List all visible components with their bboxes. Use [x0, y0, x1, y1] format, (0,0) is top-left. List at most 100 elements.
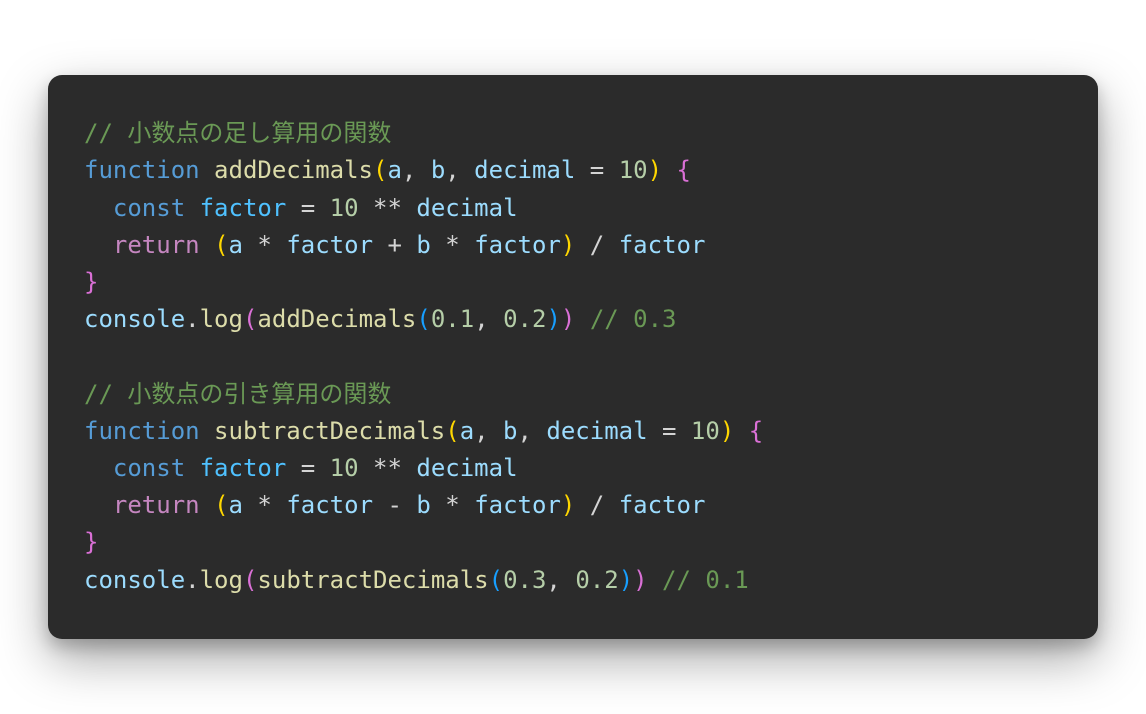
paren-close: ) — [720, 417, 734, 445]
code-line-6: console.log(addDecimals(0.1, 0.2)) // 0.… — [84, 301, 1062, 338]
multiply-op: * — [431, 231, 474, 259]
comma: , — [474, 417, 503, 445]
minus-op: - — [373, 491, 416, 519]
paren-open: ( — [243, 305, 257, 333]
multiply-op: * — [243, 491, 286, 519]
multiply-op: * — [431, 491, 474, 519]
paren-open: ( — [416, 305, 430, 333]
number-arg: 0.2 — [503, 305, 546, 333]
code-line-10: const factor = 10 ** decimal — [84, 450, 1062, 487]
number-arg: 0.1 — [431, 305, 474, 333]
power-op: ** — [359, 194, 417, 222]
dot: . — [185, 305, 199, 333]
paren-open: ( — [243, 566, 257, 594]
var-b: b — [416, 491, 430, 519]
equals: = — [575, 156, 618, 184]
paren-open: ( — [214, 491, 228, 519]
comma: , — [402, 156, 431, 184]
plus-op: + — [373, 231, 416, 259]
paren-close: ) — [546, 305, 560, 333]
comment: // 小数点の引き算用の関数 — [84, 380, 391, 408]
code-panel: // 小数点の足し算用の関数function addDecimals(a, b,… — [48, 75, 1098, 638]
code-line-13: console.log(subtractDecimals(0.3, 0.2)) … — [84, 562, 1062, 599]
space — [185, 454, 199, 482]
equals: = — [286, 454, 329, 482]
comment: // 小数点の足し算用の関数 — [84, 119, 391, 147]
space — [575, 305, 589, 333]
param-decimal: decimal — [546, 417, 647, 445]
multiply-op: * — [243, 231, 286, 259]
var-decimal: decimal — [416, 454, 517, 482]
fn-call: subtractDecimals — [257, 566, 488, 594]
code-block: // 小数点の足し算用の関数function addDecimals(a, b,… — [84, 115, 1062, 598]
paren-close: ) — [633, 566, 647, 594]
var-b: b — [416, 231, 430, 259]
number-arg: 0.2 — [575, 566, 618, 594]
space — [200, 231, 214, 259]
equals: = — [648, 417, 691, 445]
keyword-return: return — [113, 491, 200, 519]
paren-close: ) — [561, 231, 575, 259]
space — [200, 491, 214, 519]
var-factor: factor — [474, 491, 561, 519]
space — [185, 194, 199, 222]
paren-open: ( — [214, 231, 228, 259]
code-line-5: } — [84, 264, 1062, 301]
number-10: 10 — [619, 156, 648, 184]
brace-open: { — [734, 417, 763, 445]
var-factor: factor — [474, 231, 561, 259]
keyword-function: function — [84, 417, 200, 445]
paren-close: ) — [561, 491, 575, 519]
var-factor: factor — [286, 231, 373, 259]
paren-close: ) — [619, 566, 633, 594]
var-decimal: decimal — [416, 194, 517, 222]
equals: = — [286, 194, 329, 222]
code-line-4: return (a * factor + b * factor) / facto… — [84, 227, 1062, 264]
var-factor: factor — [619, 491, 706, 519]
param-b: b — [503, 417, 517, 445]
divide-op: / — [575, 491, 618, 519]
number-10: 10 — [330, 194, 359, 222]
space — [648, 566, 662, 594]
indent — [84, 454, 113, 482]
var-factor: factor — [200, 194, 287, 222]
param-a: a — [460, 417, 474, 445]
dot: . — [185, 566, 199, 594]
keyword-function: function — [84, 156, 200, 184]
code-line-2: function addDecimals(a, b, decimal = 10)… — [84, 152, 1062, 189]
var-factor: factor — [200, 454, 287, 482]
comment: // 0.3 — [590, 305, 677, 333]
param-b: b — [431, 156, 445, 184]
code-line-1: // 小数点の足し算用の関数 — [84, 115, 1062, 152]
brace-close: } — [84, 268, 98, 296]
paren-open: ( — [445, 417, 459, 445]
comma: , — [474, 305, 503, 333]
brace-open: { — [662, 156, 691, 184]
keyword-const: const — [113, 454, 185, 482]
code-line-11: return (a * factor - b * factor) / facto… — [84, 487, 1062, 524]
log-method: log — [200, 566, 243, 594]
paren-close: ) — [561, 305, 575, 333]
function-name: subtractDecimals — [214, 417, 445, 445]
code-line-3: const factor = 10 ** decimal — [84, 190, 1062, 227]
comma: , — [546, 566, 575, 594]
function-name: addDecimals — [214, 156, 373, 184]
keyword-return: return — [113, 231, 200, 259]
paren-open: ( — [489, 566, 503, 594]
number-arg: 0.3 — [503, 566, 546, 594]
power-op: ** — [359, 454, 417, 482]
console-object: console — [84, 305, 185, 333]
param-decimal: decimal — [474, 156, 575, 184]
indent — [84, 491, 113, 519]
code-line-12: } — [84, 524, 1062, 561]
comma: , — [518, 417, 547, 445]
code-line-7 — [84, 338, 1062, 375]
paren-open: ( — [373, 156, 387, 184]
comma: , — [445, 156, 474, 184]
divide-op: / — [575, 231, 618, 259]
keyword-const: const — [113, 194, 185, 222]
console-object: console — [84, 566, 185, 594]
comment: // 0.1 — [662, 566, 749, 594]
var-a: a — [229, 491, 243, 519]
log-method: log — [200, 305, 243, 333]
